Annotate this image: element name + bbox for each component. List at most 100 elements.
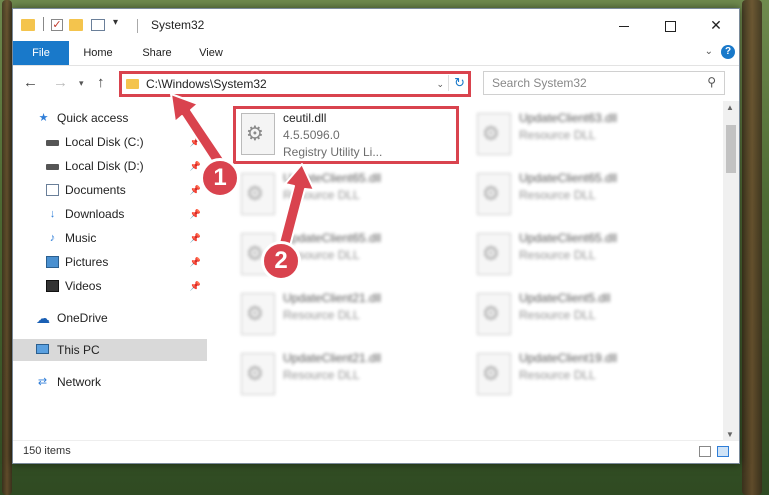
recent-locations-dropdown[interactable]: ▾ — [79, 78, 84, 89]
gear-icon: ⚙ — [482, 183, 500, 205]
file-name: UpdateClient21.dll — [283, 291, 382, 305]
file-description: Resource DLL — [519, 308, 596, 322]
dll-file-icon: ⚙ — [477, 113, 511, 155]
file-item[interactable]: ⚙ UpdateClient63.dll Resource DLL — [473, 109, 713, 161]
computer-icon — [36, 344, 49, 354]
sidebar-item-documents[interactable]: Documents 📌 — [13, 179, 207, 201]
expand-ribbon-icon[interactable]: ⌄ — [705, 46, 713, 57]
status-bar: 150 items — [13, 440, 739, 463]
scroll-down-icon[interactable]: ▼ — [726, 430, 734, 439]
sidebar-item-label: Network — [57, 375, 102, 389]
vertical-scrollbar[interactable]: ▲ ▼ — [723, 101, 739, 441]
address-bar[interactable]: C:\Windows\System32 ⌄ ↻ — [119, 71, 471, 97]
network-icon: ⇄ — [37, 376, 48, 388]
sidebar-item-videos[interactable]: Videos 📌 — [13, 275, 207, 297]
search-icon[interactable]: ⚲ — [707, 75, 716, 89]
ribbon: File Home Share View ⌄ ? — [13, 41, 739, 66]
sidebar-item-label: Local Disk (C:) — [65, 135, 144, 149]
pin-icon[interactable]: 📌 — [190, 275, 201, 297]
dll-file-icon: ⚙ — [477, 293, 511, 335]
file-name: UpdateClient5.dll — [519, 291, 611, 305]
file-name: UpdateClient21.dll — [283, 351, 382, 365]
file-description: Resource DLL — [519, 128, 596, 142]
file-name: UpdateClient65.dll — [283, 231, 382, 245]
address-path[interactable]: C:\Windows\System32 — [146, 77, 267, 91]
dll-file-icon: ⚙ — [241, 353, 275, 395]
customize-icon[interactable] — [91, 19, 105, 31]
file-name: UpdateClient65.dll — [519, 171, 618, 185]
file-item[interactable]: ⚙ UpdateClient19.dll Resource DLL — [473, 349, 713, 401]
file-item[interactable]: ⚙ UpdateClient21.dll Resource DLL — [237, 289, 477, 341]
maximize-button[interactable] — [647, 9, 693, 41]
back-button[interactable]: ← — [23, 74, 38, 91]
background-tree — [742, 0, 762, 495]
address-dropdown-icon[interactable]: ⌄ — [436, 79, 444, 90]
item-count: 150 items — [23, 445, 71, 457]
pin-icon[interactable]: 📌 — [190, 203, 201, 225]
file-item[interactable]: ⚙ UpdateClient65.dll Resource DLL — [237, 169, 477, 221]
music-icon: ♪ — [49, 232, 56, 244]
folder-icon[interactable] — [21, 19, 35, 31]
file-description: Resource DLL — [283, 308, 360, 322]
tab-view[interactable]: View — [193, 41, 229, 65]
up-button[interactable]: ↑ — [97, 74, 105, 91]
sidebar-item-label: Documents — [65, 183, 126, 197]
sidebar-item-onedrive[interactable]: ☁ OneDrive — [13, 307, 207, 329]
toolbar-divider — [43, 17, 44, 31]
gear-icon: ⚙ — [246, 303, 264, 325]
pin-icon[interactable]: 📌 — [190, 131, 201, 153]
dll-file-icon: ⚙ — [477, 353, 511, 395]
maximize-icon — [664, 20, 676, 32]
sidebar-item-this-pc[interactable]: This PC — [13, 339, 207, 361]
sidebar-item-local-disk-d[interactable]: Local Disk (D:) 📌 — [13, 155, 207, 177]
sidebar-item-downloads[interactable]: ↓ Downloads 📌 — [13, 203, 207, 225]
search-placeholder: Search System32 — [492, 76, 587, 90]
sidebar-item-label: This PC — [57, 343, 100, 357]
file-item[interactable]: ⚙ UpdateClient65.dll Resource DLL — [473, 229, 713, 281]
drive-icon — [46, 164, 59, 170]
sidebar-item-quick-access[interactable]: ★ Quick access — [13, 107, 207, 129]
background-tree — [2, 0, 12, 495]
download-icon: ↓ — [49, 208, 56, 220]
details-view-icon[interactable] — [699, 446, 711, 457]
large-icons-view-icon[interactable] — [717, 446, 729, 457]
sidebar-item-label: Downloads — [65, 207, 125, 221]
sidebar-item-music[interactable]: ♪ Music 📌 — [13, 227, 207, 249]
navigation-pane: ★ Quick access Local Disk (C:) 📌 Local D… — [13, 101, 207, 441]
close-button[interactable]: ✕ — [693, 9, 739, 41]
properties-check-icon[interactable]: ✓ — [51, 19, 63, 31]
scrollbar-thumb[interactable] — [726, 125, 736, 173]
tab-file[interactable]: File — [13, 41, 69, 65]
pin-icon[interactable]: 📌 — [190, 251, 201, 273]
sidebar-item-network[interactable]: ⇄ Network — [13, 371, 207, 393]
refresh-icon[interactable]: ↻ — [448, 75, 465, 91]
dll-file-icon: ⚙ — [477, 173, 511, 215]
window-title: System32 — [151, 18, 205, 32]
explorer-window: ✓ ▾ System32 ✕ File Home Share View ⌄ ? … — [12, 8, 740, 464]
search-input[interactable]: Search System32 ⚲ — [483, 71, 725, 95]
dll-file-icon: ⚙ — [241, 173, 275, 215]
sidebar-item-local-disk-c[interactable]: Local Disk (C:) 📌 — [13, 131, 207, 153]
videos-icon — [46, 280, 59, 292]
scroll-up-icon[interactable]: ▲ — [726, 103, 734, 112]
help-icon[interactable]: ? — [721, 45, 735, 59]
step-badge-1: 1 — [200, 158, 240, 198]
file-description: Resource DLL — [519, 368, 596, 382]
drive-icon — [46, 140, 59, 146]
quick-access-dropdown-icon[interactable]: ▾ — [113, 17, 118, 33]
file-item[interactable]: ⚙ UpdateClient21.dll Resource DLL — [237, 349, 477, 401]
tab-home[interactable]: Home — [75, 41, 121, 65]
file-item[interactable]: ⚙ UpdateClient5.dll Resource DLL — [473, 289, 713, 341]
documents-icon — [46, 184, 59, 196]
forward-button[interactable]: → — [53, 74, 68, 91]
gear-icon: ⚙ — [482, 303, 500, 325]
minimize-button[interactable] — [601, 9, 647, 41]
new-folder-icon[interactable] — [69, 19, 83, 31]
tab-share[interactable]: Share — [137, 41, 177, 65]
pin-icon[interactable]: 📌 — [190, 179, 201, 201]
file-item[interactable]: ⚙ UpdateClient65.dll Resource DLL — [473, 169, 713, 221]
sidebar-item-label: Pictures — [65, 255, 109, 269]
pin-icon[interactable]: 📌 — [190, 227, 201, 249]
title-bar: ✓ ▾ System32 ✕ — [13, 9, 739, 41]
sidebar-item-pictures[interactable]: Pictures 📌 — [13, 251, 207, 273]
